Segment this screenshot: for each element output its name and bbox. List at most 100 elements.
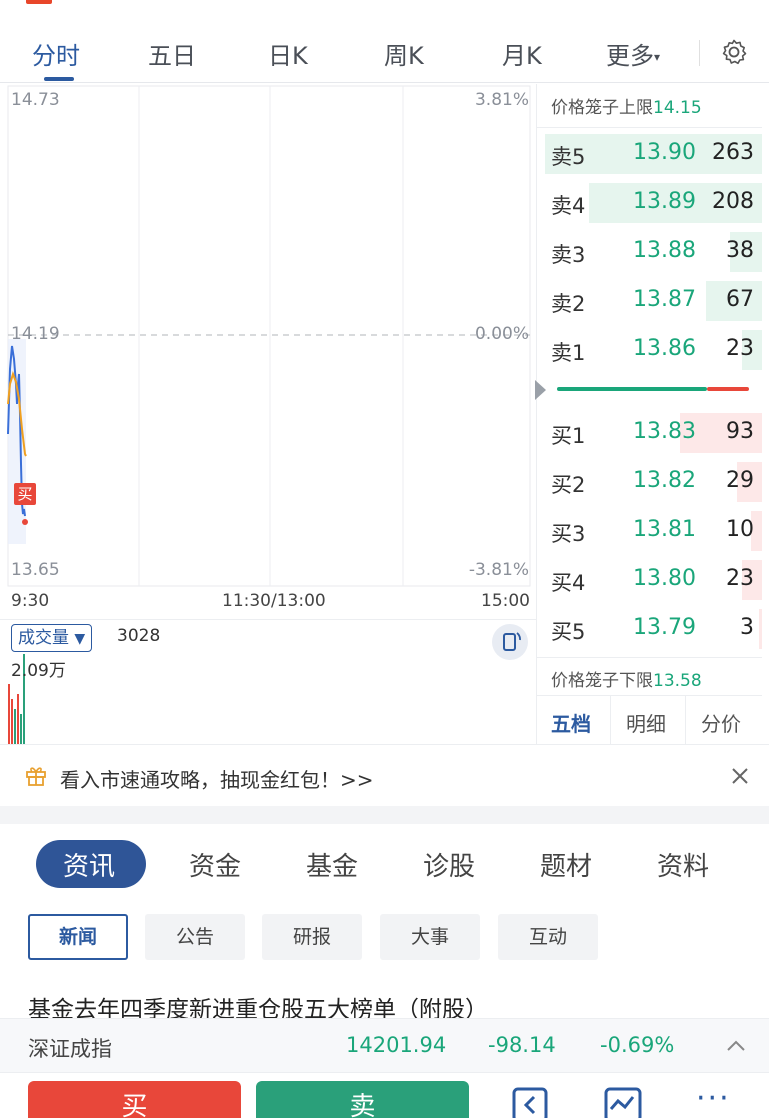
tab-five-levels[interactable]: 五档 (551, 708, 591, 737)
bid-price: 13.80 (633, 566, 696, 591)
pct-axis-mid-label: 0.00% (474, 324, 529, 344)
buy-button[interactable]: 买 (28, 1081, 241, 1118)
rotate-icon (503, 632, 521, 651)
info-tab-bar: 资讯 资金 基金 诊股 题材 资料 (0, 824, 769, 904)
index-value: 14201.94 (346, 1033, 447, 1057)
price-cage-lower: 价格笼子下限13.58 (551, 666, 702, 691)
sell-button[interactable]: 卖 (256, 1081, 469, 1118)
tab-price-distribution[interactable]: 分价 (701, 708, 741, 737)
tab-detail[interactable]: 明细 (626, 708, 666, 737)
more-actions-button[interactable]: ··· (696, 1081, 731, 1116)
index-ticker-bar[interactable]: 深证成指 14201.94 -98.14 -0.69% (0, 1018, 769, 1073)
bid-price: 13.79 (633, 615, 696, 640)
bid-volume: 10 (726, 517, 754, 542)
ask-row-1[interactable]: 卖1 13.86 23 (537, 328, 762, 372)
tab-intraday[interactable]: 分时 (32, 36, 80, 71)
buy-marker[interactable]: 买 (14, 483, 36, 505)
tab-themes[interactable]: 题材 (540, 846, 592, 883)
tab-daily-k[interactable]: 日K (268, 36, 308, 71)
bid-volume: 29 (726, 468, 754, 493)
bid-row-1[interactable]: 买1 13.83 93 (537, 411, 762, 455)
pct-axis-top-label: 3.81% (474, 90, 529, 110)
ask-volume: 38 (726, 238, 754, 263)
price-cage-lower-label: 价格笼子下限 (551, 671, 653, 691)
y-axis-top-label: 14.73 (11, 90, 60, 110)
ask-row-3[interactable]: 卖3 13.88 38 (537, 230, 762, 274)
ask-level-label: 卖3 (551, 243, 586, 267)
tab-weekly-k[interactable]: 周K (384, 36, 424, 71)
tab-profile[interactable]: 资料 (657, 846, 709, 883)
index-change: -98.14 (488, 1033, 556, 1057)
period-tab-bar: 分时 五日 日K 周K 月K 更多▾ (0, 22, 769, 83)
ask-row-2[interactable]: 卖2 13.87 67 (537, 279, 762, 323)
chart-compare-icon[interactable] (603, 1085, 643, 1118)
intraday-chart[interactable]: 14.73 14.19 13.65 3.81% 0.00% -3.81% 9:3… (0, 84, 536, 619)
ask-volume: 208 (712, 189, 754, 214)
rotate-screen-button[interactable] (492, 624, 528, 660)
bid-level-label: 买4 (551, 571, 586, 595)
chip-events[interactable]: 大事 (380, 914, 480, 960)
bid-price: 13.82 (633, 468, 696, 493)
bid-price: 13.81 (633, 517, 696, 542)
gift-icon (26, 767, 46, 786)
bid-row-5[interactable]: 买5 13.79 3 (537, 607, 762, 651)
y-axis-mid-label: 14.19 (11, 324, 60, 344)
ask-price: 13.86 (633, 336, 696, 361)
tab-diagnosis[interactable]: 诊股 (423, 846, 475, 883)
ask-price: 13.90 (633, 140, 696, 165)
title-strip (0, 0, 769, 22)
tab-more[interactable]: 更多▾ (606, 36, 660, 71)
x-axis-close-label: 15:00 (481, 591, 530, 611)
ask-row-4[interactable]: 卖4 13.89 208 (537, 181, 762, 225)
y-axis-bottom-label: 13.65 (11, 560, 60, 580)
gear-icon[interactable] (720, 38, 748, 66)
tab-more-label: 更多 (606, 42, 654, 70)
bid-row-2[interactable]: 买2 13.82 29 (537, 460, 762, 504)
price-cage-upper-value: 14.15 (653, 98, 702, 118)
ask-price: 13.89 (633, 189, 696, 214)
ask-row-5[interactable]: 卖5 13.90 263 (537, 132, 762, 176)
bid-row-3[interactable]: 买3 13.81 10 (537, 509, 762, 553)
tab-capital[interactable]: 资金 (189, 846, 241, 883)
book-collapse-arrow-icon[interactable] (535, 380, 546, 400)
chevron-up-icon[interactable] (726, 1039, 746, 1053)
active-tab-indicator (44, 77, 74, 81)
tab-monthly-k[interactable]: 月K (502, 36, 542, 71)
chip-announcements[interactable]: 公告 (145, 914, 245, 960)
volume-indicator-label: 成交量 (18, 628, 69, 648)
bid-volume: 3 (740, 615, 754, 640)
volume-indicator-dropdown[interactable]: 成交量 ▼ (11, 624, 93, 652)
chip-interaction[interactable]: 互动 (498, 914, 598, 960)
tab-five-day[interactable]: 五日 (148, 36, 196, 71)
bid-volume-bar (759, 609, 762, 649)
tab-funds[interactable]: 基金 (306, 846, 358, 883)
divider (537, 657, 762, 658)
chip-research[interactable]: 研报 (262, 914, 362, 960)
sell-button-label: 卖 (349, 1092, 376, 1118)
chip-news[interactable]: 新闻 (28, 914, 128, 960)
ask-level-label: 卖5 (551, 145, 586, 169)
ask-volume: 67 (726, 287, 754, 312)
ask-level-label: 卖2 (551, 292, 586, 316)
share-icon[interactable] (510, 1085, 550, 1118)
tab-news-info[interactable]: 资讯 (63, 846, 115, 883)
bid-ratio-bar (707, 387, 749, 391)
divider (699, 40, 700, 66)
ask-volume: 23 (726, 336, 754, 361)
x-axis-noon-label: 11:30/13:00 (222, 591, 326, 611)
close-icon[interactable] (730, 766, 750, 786)
x-axis-open-label: 9:30 (11, 591, 50, 611)
bid-level-label: 买2 (551, 473, 586, 497)
order-book-tab-bar: 五档 明细 分价 (537, 695, 762, 744)
ask-ratio-bar (557, 387, 707, 391)
promo-banner[interactable]: 看入市速通攻略，抽现金红包！>> (0, 744, 769, 807)
index-name: 深证成指 (28, 1037, 112, 1061)
ask-price: 13.87 (633, 287, 696, 312)
buy-button-label: 买 (121, 1092, 148, 1118)
promo-text: 看入市速通攻略，抽现金红包！>> (60, 768, 374, 792)
price-cage-upper: 价格笼子上限14.15 (551, 93, 702, 118)
bid-row-4[interactable]: 买4 13.80 23 (537, 558, 762, 602)
ask-level-label: 卖4 (551, 194, 586, 218)
caret-down-icon: ▼ (74, 631, 86, 647)
chart-canvas (7, 85, 531, 587)
